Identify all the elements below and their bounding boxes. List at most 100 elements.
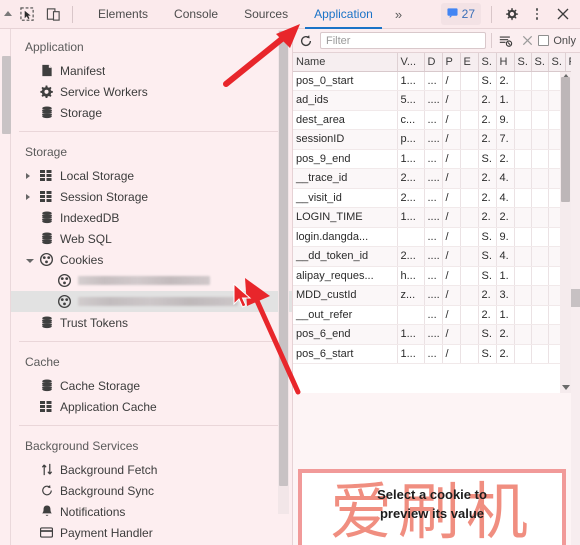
cell-domain: .... [424,324,443,345]
cell-path: / [442,110,461,130]
sidebar-item-session-storage[interactable]: Session Storage [11,186,292,207]
sidebar-item-manifest[interactable]: Manifest [11,60,292,81]
table-row[interactable]: pos_6_end1......./S.2.N [293,324,580,345]
table-row[interactable]: dest_areac....../2.9.N [293,110,580,130]
sidebar-item-service-workers[interactable]: Service Workers [11,81,292,102]
table-row[interactable]: pos_0_start1....../S.2.N [293,71,580,91]
chevron-down-icon[interactable] [26,258,34,263]
manifest-icon [39,64,54,78]
delete-icon[interactable] [516,30,538,52]
cell-name: sessionID [293,129,398,150]
table-row[interactable]: MDD_custIdz......./2.3.N [293,285,580,306]
cell-httponly: 2. [496,207,515,228]
column-header-1[interactable]: V... [397,53,425,72]
cell-path: / [442,246,461,267]
sidebar-item-local-storage[interactable]: Local Storage [11,165,292,186]
table-row[interactable]: __visit_id2....../2.4.N [293,188,580,208]
vertical-dots-icon[interactable] [524,1,550,27]
table-scrollbar-thumb[interactable] [561,77,570,202]
refresh-icon[interactable] [295,30,317,52]
cell-httponly: 1. [496,90,515,111]
cell-size: S. [478,149,497,169]
sidebar-item-label: Web SQL [60,231,112,246]
only-show-issues-checkbox[interactable]: Only [538,35,578,47]
sidebar-item-storage[interactable]: Storage [11,102,292,123]
sidebar-item-label: Local Storage [60,168,135,183]
database-icon [39,232,54,246]
column-header-8[interactable]: S. [531,53,549,72]
chevron-right-icon[interactable] [26,193,30,200]
column-header-0[interactable]: Name [293,53,398,72]
close-icon[interactable] [550,1,576,27]
table-row[interactable]: alipay_reques...h....../S.1.N [293,266,580,286]
filterbar-divider [491,33,493,48]
sidebar-item-trust-tokens[interactable]: Trust Tokens [11,312,292,333]
cell-value [397,305,425,325]
table-row[interactable]: ad_ids5......./2.1.N [293,90,580,111]
outer-scrollbar-thumb[interactable] [2,56,11,134]
cell-name: __out_refer [293,305,398,325]
column-header-5[interactable]: S. [478,53,497,72]
more-tabs-icon[interactable]: » [386,7,411,22]
sidebar-item-notifications[interactable]: Notifications [11,501,292,522]
message-count-badge[interactable]: 27 [440,3,481,25]
tab-sources[interactable]: Sources [231,0,301,29]
preview-placeholder-line2: preview its value [379,506,485,521]
sidebar-item-payment-handler[interactable]: Payment Handler [11,522,292,543]
column-header-6[interactable]: H [496,53,515,72]
sidebar-item-indexeddb[interactable]: IndexedDB [11,207,292,228]
column-header-7[interactable]: S. [514,53,532,72]
cell-value: 2... [397,246,425,267]
column-header-3[interactable]: P [442,53,461,72]
clear-all-cookies-icon[interactable] [494,30,516,52]
device-toolbar-icon[interactable] [40,1,66,27]
chevron-right-icon[interactable] [26,172,30,179]
cell-path: / [442,71,461,91]
table-row[interactable]: pos_9_end1....../S.2.N [293,149,580,169]
sidebar-item-cache-storage[interactable]: Cache Storage [11,375,292,396]
table-row[interactable]: __trace_id2......./2.4.N [293,168,580,189]
cell-expires [460,227,479,247]
sidebar-item-cookies[interactable]: Cookies [11,249,292,270]
table-row[interactable]: login.dangda....../S.9.N [293,227,580,247]
cookie-preview-placeholder: Select a cookie to preview its value [293,485,571,523]
cell-value: 1... [397,324,425,345]
tab-console[interactable]: Console [161,0,231,29]
tab-application[interactable]: Application [301,0,386,29]
cell-domain: ... [424,149,443,169]
cookies-panel: Only NameV...DPES.HS.S.S.P pos_0_start1.… [292,29,580,545]
cell-secure [514,110,532,130]
panel-tabs: Elements Console Sources Application » [85,0,411,29]
sidebar-item-web-sql[interactable]: Web SQL [11,228,292,249]
checkbox-box[interactable] [538,35,550,46]
cell-expires [460,90,479,111]
column-header-9[interactable]: S. [548,53,566,72]
column-header-2[interactable]: D [424,53,443,72]
column-header-4[interactable]: E [460,53,479,72]
scroll-down-arrow-icon[interactable] [562,385,570,390]
tab-elements[interactable]: Elements [85,0,161,29]
panel-scrollbar-thumb[interactable] [571,289,580,307]
table-row[interactable]: sessionIDp......./2.7.N [293,129,580,150]
cell-httponly: 9. [496,110,515,130]
table-row[interactable]: __dd_token_id2......./S.4.N [293,246,580,267]
cell-path: / [442,207,461,228]
table-row[interactable]: __out_refer.../2.1.N [293,305,580,325]
sidebar-item-background-sync[interactable]: Background Sync [11,480,292,501]
sidebar-item-background-fetch[interactable]: Background Fetch [11,459,292,480]
scroll-up-caret-icon[interactable] [0,5,14,23]
cell-secure [514,207,532,228]
table-row[interactable]: pos_6_start1....../S.2.N [293,344,580,364]
cell-samesite [531,324,549,345]
sidebar-item-application-cache[interactable]: Application Cache [11,396,292,417]
table-row[interactable]: LOGIN_TIME1......./2.2.N [293,207,580,228]
sidebar-scrollbar-thumb[interactable] [279,31,288,486]
toolbar-divider [72,5,73,23]
inspect-element-icon[interactable] [14,1,40,27]
bell-icon [39,505,54,519]
filter-input[interactable] [320,32,487,49]
gear-icon[interactable] [498,1,524,27]
cookies-header-row[interactable]: NameV...DPES.HS.S.S.P [293,53,580,72]
sidebar-section-divider [19,341,284,342]
cell-httponly: 4. [496,246,515,267]
